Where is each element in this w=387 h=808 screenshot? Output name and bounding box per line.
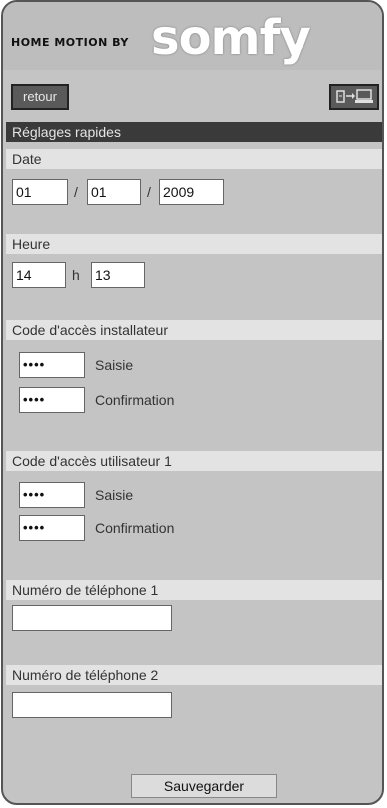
user-code-confirm-label: Confirmation bbox=[95, 520, 175, 536]
user-code-label: Code d'accès utilisateur 1 bbox=[6, 451, 382, 471]
installer-code-confirm-label: Confirmation bbox=[95, 392, 175, 408]
user-code-entry-label: Saisie bbox=[95, 487, 134, 503]
logo-bar: HOME MOTION BY somfy bbox=[3, 2, 382, 70]
phone1-input[interactable] bbox=[12, 605, 172, 631]
user-code-entry-input[interactable]: •••• bbox=[19, 482, 85, 508]
time-label: Heure bbox=[6, 234, 382, 254]
time-minute-input[interactable]: 13 bbox=[91, 262, 145, 288]
save-button[interactable]: Sauvegarder bbox=[131, 774, 277, 798]
user-code-confirm-input[interactable]: •••• bbox=[19, 515, 85, 541]
section-title: Réglages rapides bbox=[6, 122, 382, 142]
date-label: Date bbox=[6, 149, 382, 169]
back-button[interactable]: retour bbox=[11, 84, 69, 110]
time-separator: h bbox=[72, 267, 80, 283]
date-separator: / bbox=[74, 184, 78, 200]
device-screen: HOME MOTION BY somfy retour Réglages rap… bbox=[1, 0, 384, 805]
time-hour-input[interactable]: 14 bbox=[12, 262, 66, 288]
installer-code-confirm-input[interactable]: •••• bbox=[19, 387, 85, 413]
date-day-input[interactable]: 01 bbox=[12, 179, 68, 205]
installer-code-entry-label: Saisie bbox=[95, 357, 134, 373]
phone1-label: Numéro de téléphone 1 bbox=[6, 580, 382, 600]
registered-mark-icon bbox=[295, 42, 303, 50]
transfer-button[interactable] bbox=[329, 84, 379, 110]
phone2-label: Numéro de téléphone 2 bbox=[6, 665, 382, 685]
date-month-input[interactable]: 01 bbox=[87, 179, 141, 205]
date-year-input[interactable]: 2009 bbox=[159, 179, 224, 205]
phone2-input[interactable] bbox=[12, 692, 172, 718]
brand-tagline: HOME MOTION BY bbox=[11, 36, 129, 49]
brand-logo: somfy bbox=[151, 10, 311, 66]
installer-code-entry-input[interactable]: •••• bbox=[19, 352, 85, 378]
date-separator: / bbox=[147, 184, 151, 200]
device-transfer-icon bbox=[336, 89, 373, 103]
installer-code-label: Code d'accès installateur bbox=[6, 320, 382, 340]
